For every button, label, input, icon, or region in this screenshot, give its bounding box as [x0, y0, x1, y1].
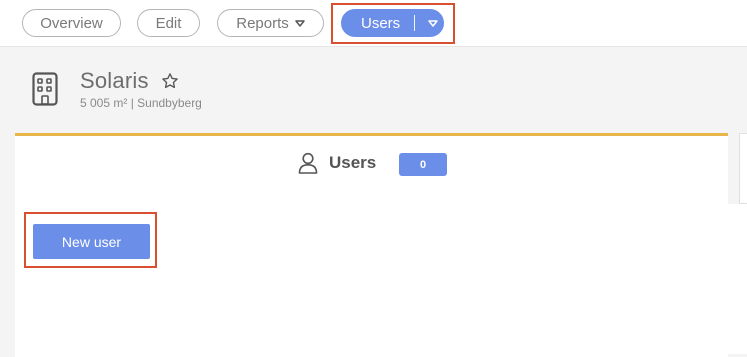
tab-users-label: Users [361, 14, 401, 32]
tab-overview[interactable]: Overview [22, 9, 121, 37]
page-title: Solaris [80, 68, 149, 93]
building-title-row: Solaris [80, 68, 179, 94]
content-background [728, 204, 747, 354]
tab-users[interactable]: Users [341, 9, 444, 37]
tab-edit-label: Edit [155, 14, 182, 32]
user-icon [298, 152, 318, 174]
chevron-down-icon[interactable] [428, 19, 438, 27]
building-subtitle: 5 005 m² | Sundbyberg [80, 96, 202, 110]
users-section-header: Users [298, 152, 376, 174]
tab-reports[interactable]: Reports [217, 9, 324, 37]
star-icon[interactable] [161, 72, 179, 90]
dropdown-separator [414, 15, 416, 31]
chevron-down-icon [295, 19, 305, 27]
tab-overview-label: Overview [40, 14, 103, 32]
users-section-title: Users [329, 153, 377, 172]
new-user-button[interactable]: New user [33, 224, 150, 259]
side-panel-edge [739, 133, 747, 204]
tab-edit[interactable]: Edit [137, 9, 200, 37]
top-navigation: Overview Edit Reports Users [0, 0, 747, 47]
users-count-badge: 0 [399, 153, 447, 176]
tab-reports-label: Reports [236, 14, 289, 32]
building-icon [32, 72, 58, 106]
